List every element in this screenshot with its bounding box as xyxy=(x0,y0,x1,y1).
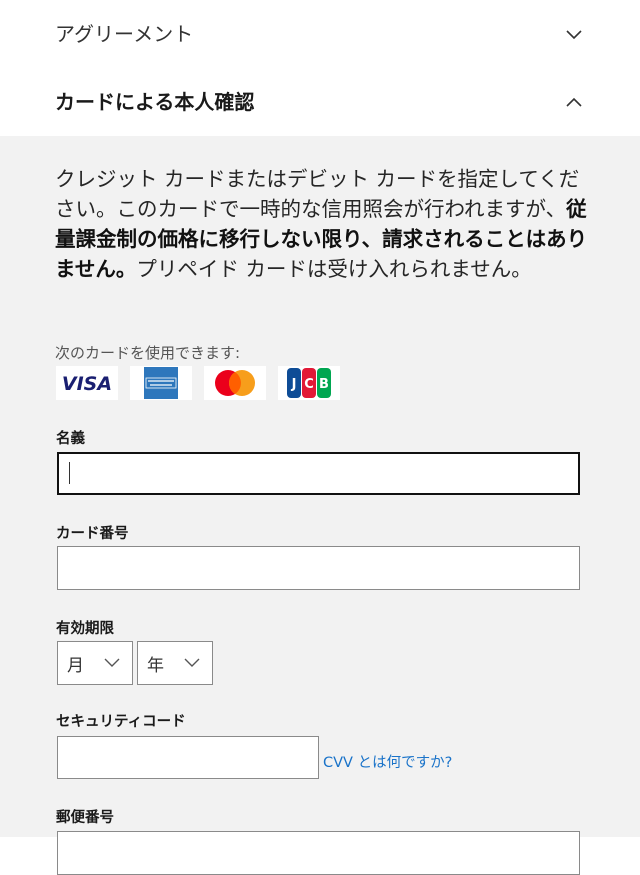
accordion-card-verification-title: カードによる本人確認 xyxy=(55,90,255,114)
svg-text:B: B xyxy=(319,377,329,392)
expiry-label: 有効期限 xyxy=(56,621,114,637)
card-number-label: カード番号 xyxy=(56,526,129,542)
card-verification-description: クレジット カードまたはデビット カードを指定してください。このカードで一時的な… xyxy=(55,164,590,284)
chevron-up-icon xyxy=(566,97,582,107)
svg-text:C: C xyxy=(304,377,314,392)
security-code-label: セキュリティコード xyxy=(56,714,186,730)
postal-code-label: 郵便番号 xyxy=(56,810,114,826)
chevron-down-icon xyxy=(184,658,200,667)
text-caret xyxy=(69,462,70,484)
security-code-input[interactable] xyxy=(57,736,319,779)
visa-logo-icon: VISA xyxy=(56,366,118,400)
card-number-input[interactable] xyxy=(57,546,580,590)
accordion-agreement-title: アグリーメント xyxy=(55,22,194,46)
cvv-help-link[interactable]: CVV とは何ですか? xyxy=(323,751,452,772)
expiry-year-select[interactable]: 年 xyxy=(137,641,213,685)
accordion-card-verification[interactable]: カードによる本人確認 xyxy=(0,68,640,136)
chevron-down-icon xyxy=(104,658,120,667)
accepted-cards-label: 次のカードを使用できます: xyxy=(55,344,241,362)
expiry-year-value: 年 xyxy=(147,655,164,676)
postal-code-input[interactable] xyxy=(57,831,580,875)
name-label: 名義 xyxy=(56,431,85,447)
accepted-cards-list: VISA J C B xyxy=(56,366,340,400)
expiry-month-value: 月 xyxy=(67,655,84,676)
accordion-agreement[interactable]: アグリーメント xyxy=(0,0,640,68)
description-text-end: プリペイド カードは受け入れられません。 xyxy=(136,257,532,281)
expiry-month-select[interactable]: 月 xyxy=(57,641,133,685)
jcb-logo-icon: J C B xyxy=(278,366,340,400)
svg-text:J: J xyxy=(291,377,297,392)
amex-logo-icon xyxy=(130,366,192,400)
name-input[interactable] xyxy=(57,452,580,495)
description-text: クレジット カードまたはデビット カードを指定してください。このカードで一時的な… xyxy=(55,167,580,221)
mastercard-logo-icon xyxy=(204,366,266,400)
chevron-down-icon xyxy=(566,30,582,40)
svg-text:VISA: VISA xyxy=(62,373,112,395)
